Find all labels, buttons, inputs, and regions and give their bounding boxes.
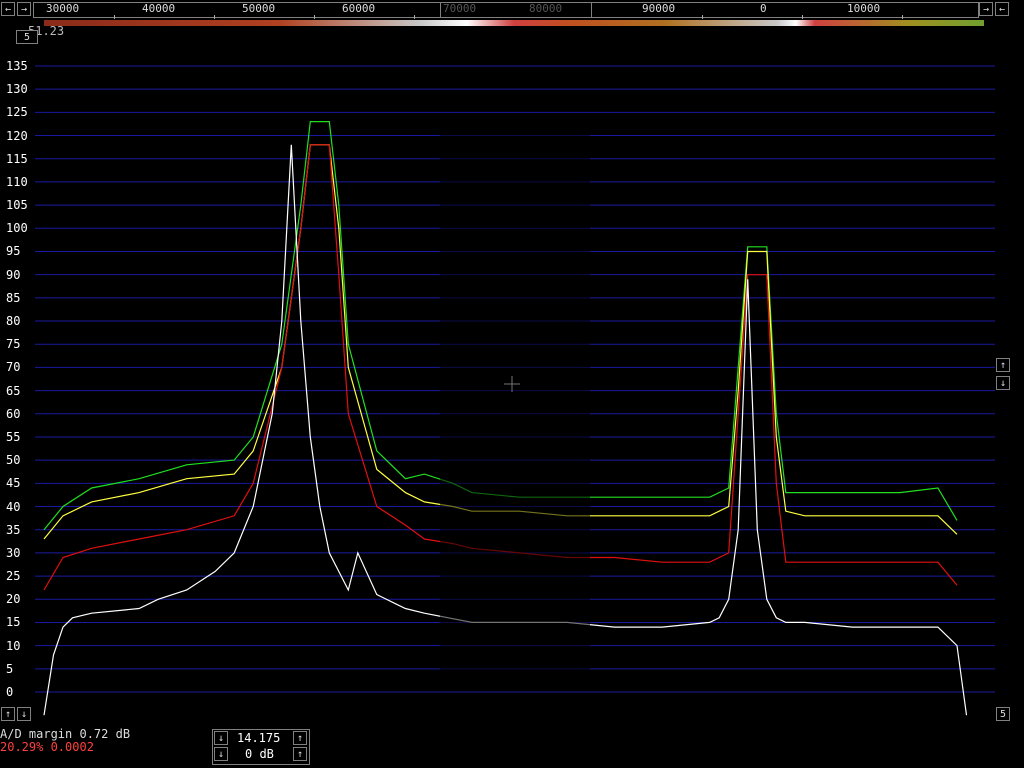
overlay-window (440, 130, 590, 670)
scale-left-arrow-button[interactable]: ← (1, 2, 15, 16)
y-tick-label: 20 (6, 592, 21, 607)
waterfall-color-strip (44, 20, 984, 26)
y-tick-label: 5 (6, 661, 14, 676)
y-tick-label: 115 (6, 151, 28, 166)
bottom-up-arrow-button[interactable]: ↑ (1, 707, 15, 721)
y-tick-label: 80 (6, 314, 21, 329)
y-tick-label: 105 (6, 198, 28, 213)
y-tick-label: 45 (6, 476, 21, 491)
scale-right-arrow-button-2[interactable]: → (979, 2, 993, 16)
y-tick-label: 90 (6, 267, 21, 282)
gain-up-arrow-button[interactable]: ↑ (293, 747, 307, 761)
y-tick-label: 30 (6, 545, 21, 560)
scale-label: 70000 (443, 2, 477, 15)
y-tick-label: 10 (6, 638, 21, 653)
load-text: 20.29% 0.0002 (0, 740, 94, 754)
y-tick-label: 110 (6, 174, 28, 189)
y-tick-label: 130 (6, 82, 28, 97)
scale-label: 30000 (46, 2, 80, 15)
scale-segment-right: 90000 0 10000 (591, 2, 979, 19)
y-tick-label: 70 (6, 360, 21, 375)
scale-segment-middle: 70000 80000 (440, 2, 592, 18)
y-tick-label: 35 (6, 522, 21, 537)
scale-label: 10000 (847, 2, 881, 15)
frequency-scale-bar: ← → 30000 40000 50000 60000 70000 80000 … (0, 0, 1024, 20)
y-tick-label: 15 (6, 615, 21, 630)
frequency-value[interactable]: 14.175 (237, 732, 280, 744)
bottom-down-arrow-button[interactable]: ↓ (17, 707, 31, 721)
gain-down-arrow-button[interactable]: ↓ (214, 747, 228, 761)
y-tick-label: 55 (6, 429, 21, 444)
right-up-arrow-button[interactable]: ↑ (996, 358, 1010, 372)
scale-label: 90000 (642, 2, 676, 15)
scale-label: 0 (760, 2, 767, 15)
y-tick-label: 100 (6, 221, 28, 236)
right-value-box[interactable]: 5 (996, 707, 1010, 721)
scale-label: 40000 (142, 2, 176, 15)
y-tick-label: 85 (6, 290, 21, 305)
scale-label: 80000 (529, 2, 563, 15)
y-tick-label: 0 (6, 685, 14, 699)
y-tick-label: 40 (6, 499, 21, 514)
scale-label: 60000 (342, 2, 376, 15)
y-tick-label: 60 (6, 406, 21, 421)
y-tick-label: 135 (6, 59, 28, 73)
y-tick-label: 75 (6, 337, 21, 352)
y-tick-label: 50 (6, 453, 21, 468)
scale-left-arrow-button-2[interactable]: ← (995, 2, 1009, 16)
scale-right-arrow-button[interactable]: → (17, 2, 31, 16)
y-tick-label: 25 (6, 569, 21, 584)
freq-down-arrow-button[interactable]: ↓ (214, 731, 228, 745)
scale-segment-left: 30000 40000 50000 60000 (33, 2, 441, 19)
y-tick-label: 65 (6, 383, 21, 398)
right-down-arrow-button[interactable]: ↓ (996, 376, 1010, 390)
freq-up-arrow-button[interactable]: ↑ (293, 731, 307, 745)
frequency-gain-box: ↓ 14.175 ↑ ↓ 0 dB ↑ (212, 729, 310, 765)
y-tick-label: 120 (6, 128, 28, 143)
gain-value[interactable]: 0 dB (245, 748, 274, 760)
spectrum-plot[interactable] (0, 28, 1024, 728)
scale-label: 50000 (242, 2, 276, 15)
y-tick-label: 125 (6, 105, 28, 120)
y-tick-label: 95 (6, 244, 21, 259)
ad-margin-text: A/D margin 0.72 dB (0, 727, 131, 741)
